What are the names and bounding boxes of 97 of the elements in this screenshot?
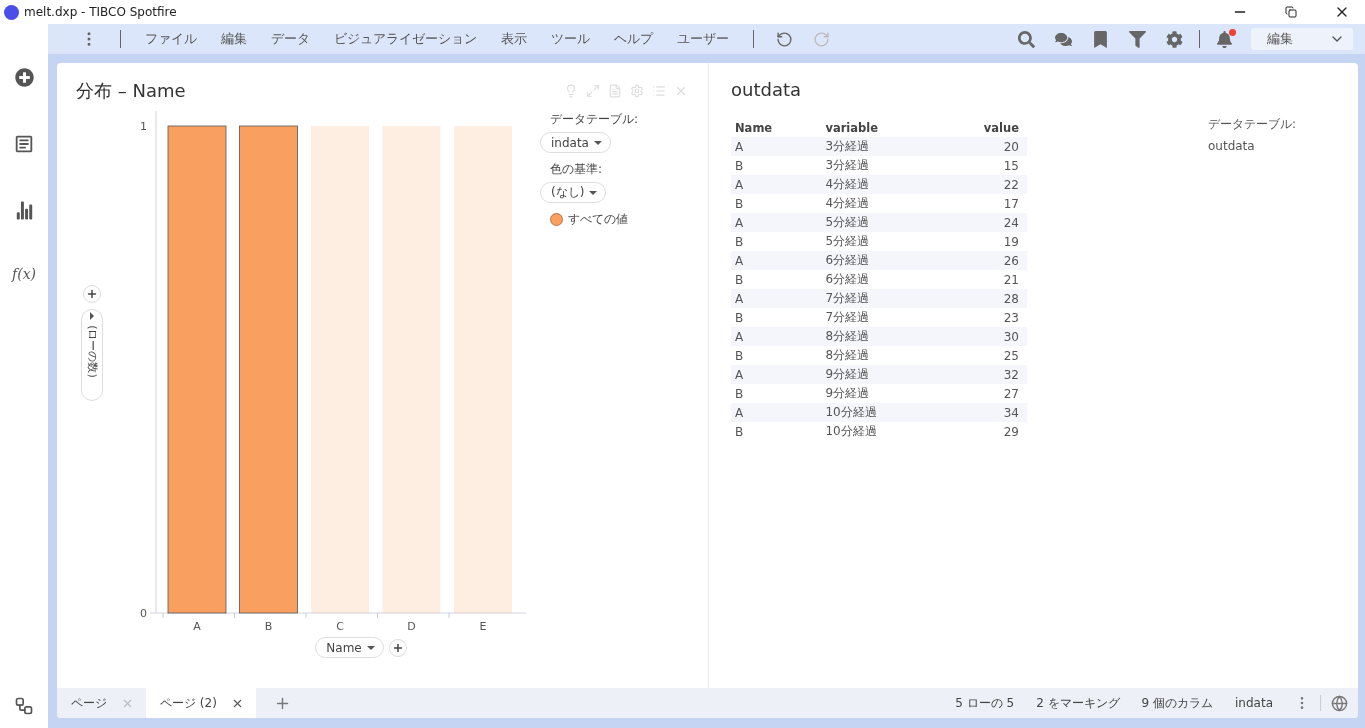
- table-title: outdata: [731, 79, 803, 100]
- table-cell: 4分経過: [821, 194, 941, 213]
- page-tab[interactable]: ページ: [57, 688, 146, 718]
- table-cell: 7分経過: [821, 289, 941, 308]
- menu-item[interactable]: 編集: [209, 30, 259, 48]
- y-tick-label: 1: [140, 120, 147, 133]
- menu-item[interactable]: ツール: [539, 30, 602, 48]
- menu-item[interactable]: ファイル: [133, 30, 209, 48]
- y-axis-selector[interactable]: (ローの数): [81, 309, 103, 401]
- table-cell: 8分経過: [821, 327, 941, 346]
- table-cell: 21: [940, 270, 1027, 289]
- status-item: indata: [1234, 695, 1274, 712]
- legend-label: データテーブル:: [550, 111, 639, 128]
- table-cell: 5分経過: [821, 232, 941, 251]
- color-by-dropdown[interactable]: (なし): [540, 182, 607, 203]
- status-item: 9 個のカラム: [1140, 694, 1215, 712]
- table-cell: 10分経過: [821, 422, 941, 441]
- page-tab[interactable]: ページ (2): [146, 688, 256, 718]
- restore-icon[interactable]: [1285, 6, 1297, 18]
- legend-label: 色の基準:: [550, 161, 603, 178]
- table-cell: 9分経過: [821, 365, 941, 384]
- bar-chart-icon[interactable]: [14, 201, 34, 220]
- table-cell: B: [731, 308, 822, 327]
- table-cell: 4分経過: [821, 175, 941, 194]
- table-cell: 32: [940, 365, 1027, 384]
- table-cell: 20: [940, 137, 1027, 156]
- table-cell: B: [731, 270, 822, 289]
- table-cell: 17: [940, 194, 1027, 213]
- table-cell: 22: [940, 175, 1027, 194]
- legend-label: データテーブル:: [1208, 116, 1298, 133]
- menu-item[interactable]: ユーザー: [665, 30, 741, 48]
- add-axis-button[interactable]: [83, 285, 101, 303]
- column-header[interactable]: variable: [821, 118, 941, 137]
- app-logo-icon: [4, 4, 19, 20]
- table-cell: B: [731, 346, 822, 365]
- y-tick-label: 0: [140, 607, 147, 620]
- table-cell: A: [731, 175, 822, 194]
- table-cell: 10分経過: [821, 403, 941, 422]
- table-cell: B: [731, 194, 822, 213]
- table-cell: A: [731, 365, 822, 384]
- table-cell: B: [731, 422, 822, 441]
- x-axis-selector[interactable]: Name: [315, 637, 384, 658]
- table-cell: 3分経過: [821, 156, 941, 175]
- plus-icon: [391, 641, 404, 654]
- table-cell: 23: [940, 308, 1027, 327]
- table-cell: 27: [940, 384, 1027, 403]
- table-cell: 6分経過: [821, 270, 941, 289]
- table-cell: 26: [940, 251, 1027, 270]
- column-header[interactable]: value: [940, 118, 1027, 137]
- table-cell: 29: [940, 422, 1027, 441]
- table-cell: B: [731, 232, 822, 251]
- formula-button[interactable]: f(x): [12, 266, 36, 282]
- menu-item[interactable]: データ: [259, 30, 322, 48]
- x-tick-label: D: [407, 620, 416, 631]
- x-tick-label: E: [479, 620, 487, 631]
- status-item: 5 ローの 5: [954, 694, 1016, 712]
- table-cell: 15: [940, 156, 1027, 175]
- x-tick-label: C: [336, 620, 344, 631]
- x-tick-label: A: [193, 620, 201, 631]
- table-cell: 25: [940, 346, 1027, 365]
- table-cell: 6分経過: [821, 251, 941, 270]
- menu-item[interactable]: ビジュアライゼーション: [322, 30, 489, 48]
- table-cell: 9分経過: [821, 384, 941, 403]
- flow-diagram-icon[interactable]: [14, 696, 34, 716]
- table-cell: B: [731, 384, 822, 403]
- document-icon[interactable]: [13, 133, 35, 155]
- visualization-title: 分布 – Name: [76, 79, 186, 103]
- table-cell: 7分経過: [821, 308, 941, 327]
- data-table-name: outdata: [1208, 139, 1256, 153]
- table-cell: 8分経過: [821, 346, 941, 365]
- table-cell: 24: [940, 213, 1027, 232]
- table-cell: 28: [940, 289, 1027, 308]
- table-cell: A: [731, 327, 822, 346]
- table-cell: B: [731, 156, 822, 175]
- window-title: melt.dxp - TIBCO Spotfire: [24, 5, 178, 19]
- table-cell: 30: [940, 327, 1027, 346]
- data-table-dropdown[interactable]: indata: [540, 132, 611, 153]
- legend-item-label: すべての値: [568, 211, 628, 228]
- table-cell: 3分経過: [821, 137, 941, 156]
- add-axis-button[interactable]: [388, 638, 407, 657]
- x-tick-label: B: [264, 620, 273, 631]
- column-header[interactable]: Name: [731, 118, 822, 137]
- plus-icon: [86, 288, 98, 300]
- bar[interactable]: [239, 125, 298, 614]
- table-cell: 34: [940, 403, 1027, 422]
- table-cell: A: [731, 137, 822, 156]
- table-cell: A: [731, 251, 822, 270]
- table-cell: 19: [940, 232, 1027, 251]
- menu-item[interactable]: ヘルプ: [602, 30, 665, 48]
- status-item: 2 をマーキング: [1035, 694, 1121, 712]
- mode-dropdown[interactable]: 編集: [1251, 28, 1353, 50]
- table-cell: 5分経過: [821, 213, 941, 232]
- table-cell: A: [731, 403, 822, 422]
- table-cell: A: [731, 213, 822, 232]
- menu-item[interactable]: 表示: [489, 30, 539, 48]
- add-icon[interactable]: [14, 68, 34, 87]
- table-cell: A: [731, 289, 822, 308]
